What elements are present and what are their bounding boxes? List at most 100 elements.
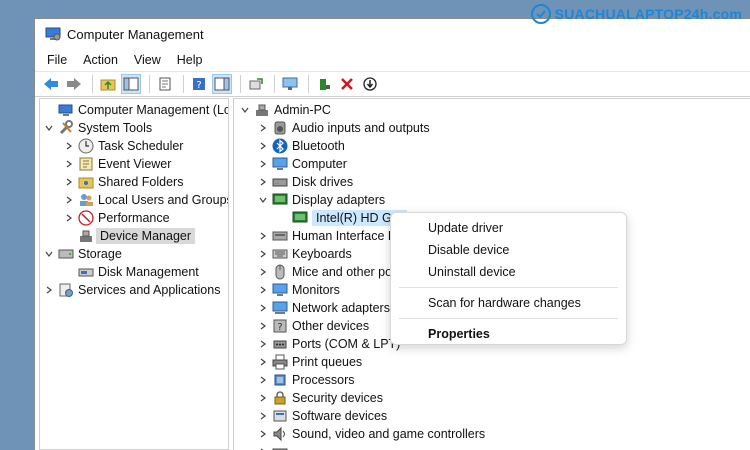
chevron-right-icon[interactable] xyxy=(256,391,270,405)
mouse-icon xyxy=(275,264,285,280)
chevron-down-icon[interactable] xyxy=(42,247,56,261)
menu-disable-device[interactable]: Disable device xyxy=(391,239,626,261)
chevron-right-icon[interactable] xyxy=(256,355,270,369)
device-category[interactable]: Audio inputs and outputs xyxy=(256,119,430,137)
device-category[interactable]: Software devices xyxy=(256,407,387,425)
chevron-right-icon[interactable] xyxy=(256,139,270,153)
tree-node-disk-management[interactable]: Disk Management xyxy=(62,263,199,281)
menu-uninstall-device[interactable]: Uninstall device xyxy=(391,261,626,283)
chevron-down-icon[interactable] xyxy=(42,121,56,135)
tree-node-performance[interactable]: Performance xyxy=(62,209,170,227)
chevron-right-icon[interactable] xyxy=(62,175,76,189)
tree-node-task-scheduler[interactable]: Task Scheduler xyxy=(62,137,183,155)
tree-node-services[interactable]: Services and Applications xyxy=(42,281,220,299)
device-root[interactable]: Admin-PC xyxy=(238,101,331,119)
display-adapter-icon xyxy=(272,193,288,205)
chevron-right-icon[interactable] xyxy=(256,229,270,243)
chevron-right-icon[interactable] xyxy=(62,211,76,225)
device-category[interactable]: Ports (COM & LPT) xyxy=(256,335,400,353)
menu-separator xyxy=(399,287,618,288)
chevron-right-icon[interactable] xyxy=(256,319,270,333)
computer-icon xyxy=(272,157,288,170)
tree-node-shared-folders[interactable]: Shared Folders xyxy=(62,173,183,191)
add-driver-icon[interactable] xyxy=(314,74,334,94)
menu-properties[interactable]: Properties xyxy=(391,323,626,345)
device-category[interactable]: Processors xyxy=(256,371,355,389)
chevron-right-icon[interactable] xyxy=(256,445,270,450)
toolbar-separator xyxy=(240,75,241,93)
services-icon xyxy=(59,283,73,297)
export-icon[interactable] xyxy=(246,74,266,94)
monitor-icon xyxy=(272,283,288,296)
device-category[interactable]: Mice and other poi xyxy=(256,263,395,281)
chevron-right-icon[interactable] xyxy=(62,193,76,207)
chevron-right-icon[interactable] xyxy=(256,337,270,351)
device-category[interactable]: Keyboards xyxy=(256,245,352,263)
back-icon[interactable] xyxy=(41,74,61,94)
device-category[interactable]: Disk drives xyxy=(256,173,353,191)
update-icon[interactable] xyxy=(360,74,380,94)
tree-node-root[interactable]: Computer Management (Local xyxy=(42,101,228,119)
device-category-partial[interactable] xyxy=(256,443,292,450)
device-category-expanded[interactable]: Display adapters xyxy=(256,191,385,209)
device-category[interactable]: Print queues xyxy=(256,353,362,371)
chevron-right-icon[interactable] xyxy=(256,373,270,387)
menu-action[interactable]: Action xyxy=(83,53,118,67)
device-category[interactable]: Network adapters xyxy=(256,299,390,317)
menu-view[interactable]: View xyxy=(134,53,161,67)
menu-update-driver[interactable]: Update driver xyxy=(391,217,626,239)
tree-node-storage[interactable]: Storage xyxy=(42,245,122,263)
printer-icon xyxy=(272,354,288,370)
help-icon[interactable]: ? xyxy=(189,74,209,94)
chevron-down-icon[interactable] xyxy=(238,103,252,117)
forward-icon[interactable] xyxy=(64,74,84,94)
device-category[interactable]: Security devices xyxy=(256,389,383,407)
chevron-right-icon[interactable] xyxy=(256,175,270,189)
device-manager-icon xyxy=(80,230,92,242)
tree-node-local-users[interactable]: Local Users and Groups xyxy=(62,191,228,209)
device-category[interactable]: Computer xyxy=(256,155,347,173)
chevron-right-icon[interactable] xyxy=(256,301,270,315)
device-category[interactable]: Human Interface D xyxy=(256,227,397,245)
up-folder-icon[interactable] xyxy=(98,74,118,94)
chevron-right-icon[interactable] xyxy=(256,265,270,279)
chevron-right-icon[interactable] xyxy=(62,139,76,153)
navigation-tree: Computer Management (Local System Tools … xyxy=(39,98,229,450)
tree-node-system-tools[interactable]: System Tools xyxy=(42,119,152,137)
menu-help[interactable]: Help xyxy=(177,53,203,67)
disk-management-icon xyxy=(78,268,94,277)
tree-node-event-viewer[interactable]: Event Viewer xyxy=(62,155,171,173)
speaker-icon xyxy=(274,121,286,135)
chevron-right-icon[interactable] xyxy=(256,409,270,423)
chevron-right-icon[interactable] xyxy=(62,157,76,171)
menu-separator xyxy=(399,318,618,319)
watermark: SUACHUALAPTOP24h.com xyxy=(530,4,742,24)
device-category[interactable]: Bluetooth xyxy=(256,137,345,155)
computer-device-icon xyxy=(256,104,268,116)
device-category[interactable]: Sound, video and game controllers xyxy=(256,425,485,443)
show-hide-tree-icon[interactable] xyxy=(121,74,141,94)
system-tools-icon xyxy=(59,120,73,135)
chevron-right-icon[interactable] xyxy=(42,283,56,297)
toolbar-separator xyxy=(274,75,275,93)
tree-node-device-manager[interactable]: Device Manager xyxy=(62,227,196,245)
other-devices-icon: ? xyxy=(273,319,287,333)
chevron-right-icon[interactable] xyxy=(256,247,270,261)
chevron-right-icon[interactable] xyxy=(256,121,270,135)
shared-folder-icon xyxy=(78,177,94,189)
computer-management-icon xyxy=(45,27,61,41)
uninstall-icon[interactable] xyxy=(337,74,357,94)
monitor-icon[interactable] xyxy=(280,74,300,94)
menu-file[interactable]: File xyxy=(47,53,67,67)
storage-controller-icon xyxy=(272,448,288,450)
chevron-right-icon[interactable] xyxy=(256,157,270,171)
users-icon xyxy=(80,194,93,206)
chevron-right-icon[interactable] xyxy=(256,283,270,297)
menu-scan-hardware[interactable]: Scan for hardware changes xyxy=(391,292,626,314)
properties-icon[interactable] xyxy=(155,74,175,94)
chevron-right-icon[interactable] xyxy=(256,427,270,441)
device-category[interactable]: ? Other devices xyxy=(256,317,369,335)
chevron-down-icon[interactable] xyxy=(256,193,270,207)
device-category[interactable]: Monitors xyxy=(256,281,340,299)
show-hide-action-icon[interactable] xyxy=(212,74,232,94)
